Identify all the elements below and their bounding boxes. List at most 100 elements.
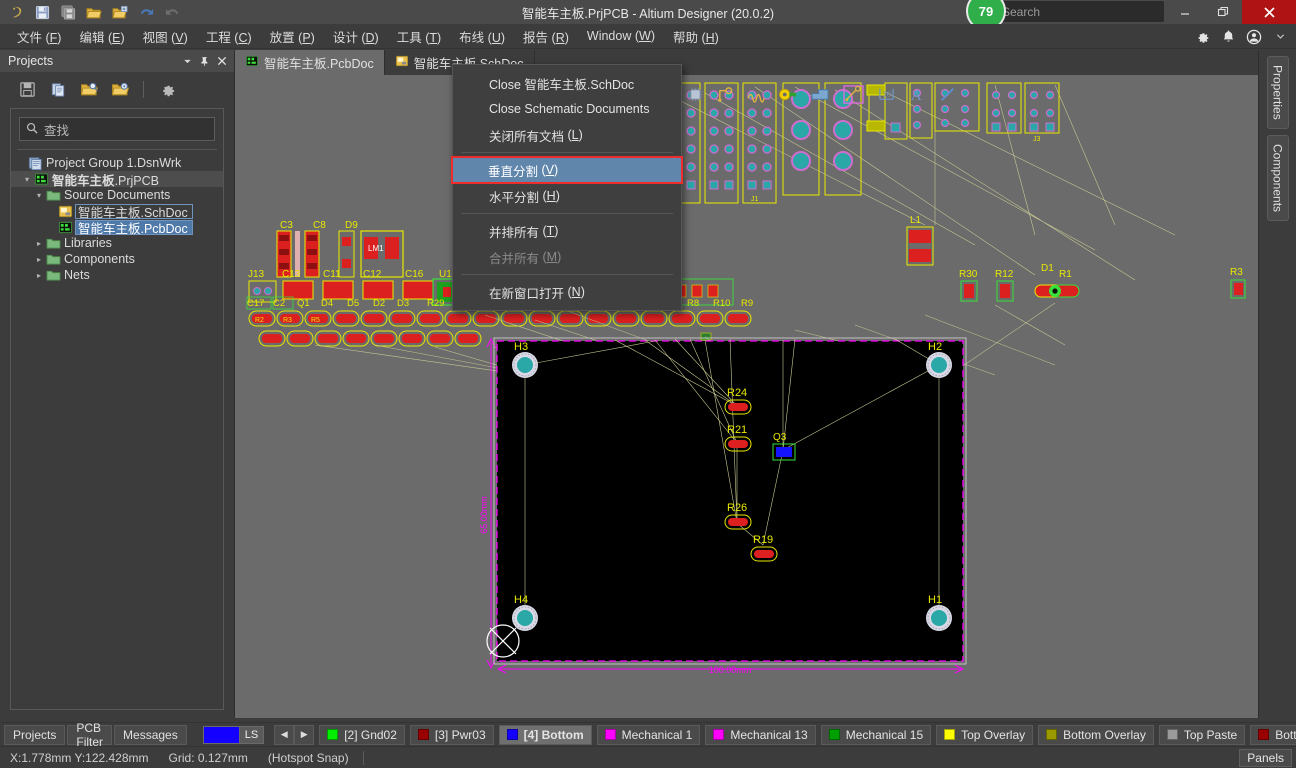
dimension-icon[interactable]: 10 — [877, 86, 896, 106]
via-icon[interactable] — [717, 86, 734, 106]
svg-text:R19: R19 — [753, 534, 773, 546]
layer-tab-gnd02[interactable]: [2] Gnd02 — [319, 724, 405, 745]
layer-tab-mechanical-13[interactable]: Mechanical 13 — [705, 724, 816, 745]
gear-icon[interactable] — [1194, 29, 1210, 45]
menu-item-merge-all: 合并所有 (M) — [489, 250, 562, 266]
layer-tab-bar: Projects PCB Filter Messages LS ◀ ▶ [2] … — [0, 721, 1296, 749]
folder-settings-icon[interactable] — [107, 77, 133, 101]
undo-icon[interactable] — [134, 1, 158, 23]
restore-button[interactable] — [1204, 0, 1242, 24]
layer-tab-top-overlay[interactable]: Top Overlay — [936, 724, 1034, 745]
menu-item-split-horizontal[interactable]: 水平分割 (H) — [453, 183, 681, 209]
close-button[interactable] — [1242, 0, 1296, 24]
open-icon[interactable] — [82, 1, 106, 23]
layer-tab-mechanical-1[interactable]: Mechanical 1 — [596, 724, 701, 745]
copy-icon[interactable] — [45, 77, 71, 101]
string-text-icon[interactable]: A — [909, 86, 926, 106]
folder-icon — [45, 189, 62, 202]
svg-text:R1: R1 — [1059, 269, 1072, 280]
gear-icon[interactable] — [154, 77, 180, 101]
save-all-icon[interactable] — [56, 1, 80, 23]
tab-components[interactable]: Components — [1266, 134, 1289, 221]
menu-item-split-vertical[interactable]: 垂直分割 (V) — [451, 156, 683, 184]
layer-tab-mechanical-15[interactable]: Mechanical 15 — [820, 724, 932, 745]
layer-label: Mechanical 13 — [730, 727, 808, 742]
menu-item-open-in-new-window[interactable]: 在新窗口打开 (N) — [453, 279, 681, 305]
tree-item-nets[interactable]: ▸ Nets — [11, 267, 223, 283]
menu-file[interactable]: 文件 (F) — [8, 24, 70, 49]
layer-tab-pwr03[interactable]: [3] Pwr03 — [409, 724, 494, 745]
layer-label: Mechanical 1 — [621, 727, 693, 742]
tree-item-label: 智能车主板.PcbDoc — [75, 219, 193, 236]
svg-text:C12: C12 — [363, 269, 382, 280]
menu-tools[interactable]: 工具 (T) — [388, 24, 450, 49]
minimize-button[interactable] — [1166, 0, 1204, 24]
menu-item-close-schematic-documents[interactable]: Close Schematic Documents — [453, 96, 681, 122]
menu-separator — [461, 213, 673, 214]
layer-tab-top-paste[interactable]: Top Paste — [1158, 724, 1246, 745]
svg-text:C16: C16 — [405, 269, 424, 280]
tree-item-components[interactable]: ▸ Components — [11, 251, 223, 267]
menu-view[interactable]: 视图 (V) — [134, 24, 197, 49]
line-icon[interactable] — [939, 86, 956, 106]
save-icon[interactable] — [14, 77, 40, 101]
svg-text:H4: H4 — [514, 594, 528, 606]
menu-route[interactable]: 布线 (U) — [450, 24, 514, 49]
differential-pair-icon[interactable] — [843, 85, 864, 107]
pin-icon[interactable] — [196, 52, 213, 70]
chevron-down-icon[interactable] — [1272, 29, 1288, 45]
expand-arrow-icon[interactable]: ▸ — [33, 271, 45, 280]
polygon-pour-icon[interactable] — [811, 86, 830, 106]
tree-item-label: Source Documents — [64, 188, 171, 202]
panel-button-projects[interactable]: Projects — [4, 724, 66, 745]
component-icon[interactable] — [687, 86, 704, 106]
user-account-icon[interactable] — [1246, 29, 1262, 45]
panel-button-pcb-filter[interactable]: PCB Filter — [67, 721, 113, 749]
menu-reports[interactable]: 报告 (R) — [514, 24, 578, 49]
chevron-down-icon[interactable] — [179, 52, 196, 70]
menu-edit[interactable]: 编辑 (E) — [70, 24, 133, 49]
menu-project[interactable]: 工程 (C) — [197, 24, 261, 49]
find-input[interactable]: 查找 — [19, 117, 215, 141]
save-icon[interactable] — [30, 1, 54, 23]
expand-arrow-icon[interactable]: ▸ — [33, 239, 45, 248]
open-project-icon[interactable] — [108, 1, 132, 23]
layer-label: Top Overlay — [961, 727, 1026, 742]
pad-icon[interactable] — [779, 86, 798, 106]
layer-color-swatch — [828, 729, 840, 740]
close-icon[interactable] — [213, 52, 230, 70]
collapse-arrow-icon[interactable]: ▾ — [21, 175, 33, 184]
menu-help[interactable]: 帮助 (H) — [664, 24, 728, 49]
layer-next-button[interactable]: ▶ — [294, 724, 315, 745]
tree-item-pcbdoc[interactable]: 智能车主板.PcbDoc — [11, 219, 223, 236]
menu-place[interactable]: 放置 (P) — [261, 24, 324, 49]
panel-button-messages[interactable]: Messages — [114, 724, 187, 745]
route-interactive-icon[interactable] — [747, 86, 766, 106]
layer-set-selector[interactable]: LS — [202, 725, 265, 744]
find-placeholder: 查找 — [44, 123, 70, 138]
altium-logo-icon[interactable] — [4, 1, 28, 23]
menu-design[interactable]: 设计 (D) — [324, 24, 388, 49]
pcb-canvas[interactable]: J2 — [235, 75, 1258, 718]
panels-button[interactable]: Panels — [1239, 748, 1292, 767]
tab-properties[interactable]: Properties — [1266, 56, 1289, 129]
svg-text:R3: R3 — [283, 317, 292, 324]
tree-item-libraries[interactable]: ▸ Libraries — [11, 235, 223, 251]
menu-item-tile-all[interactable]: 并排所有 (T) — [453, 218, 681, 244]
layer-tab-bottom-overlay[interactable]: Bottom Overlay — [1038, 724, 1154, 745]
layer-prev-button[interactable]: ◀ — [274, 724, 295, 745]
tree-item-pcb-project[interactable]: ▾ 智能车主板.PrjPCB — [11, 171, 223, 188]
menu-item-close-all-documents[interactable]: 关闭所有文档 (L) — [453, 122, 681, 148]
menu-window[interactable]: Window (W) — [578, 26, 664, 46]
menu-item-close-schdoc[interactable]: Close 智能车主板.SchDoc — [453, 70, 681, 96]
expand-arrow-icon[interactable]: ▸ — [33, 255, 45, 264]
collapse-arrow-icon[interactable]: ▾ — [33, 191, 45, 200]
open-folder-search-icon[interactable] — [76, 77, 102, 101]
folder-icon — [45, 253, 62, 266]
layer-tab-bottom-paste[interactable]: Bottom Paste — [1250, 724, 1296, 745]
bell-icon[interactable] — [1220, 29, 1236, 45]
svg-text:C2: C2 — [273, 298, 285, 309]
svg-text:65.00mm: 65.00mm — [479, 496, 489, 534]
layer-tab-bottom[interactable]: [4] Bottom — [498, 724, 592, 745]
tab-pcbdoc[interactable]: 智能车主板.PcbDoc — [235, 50, 385, 75]
